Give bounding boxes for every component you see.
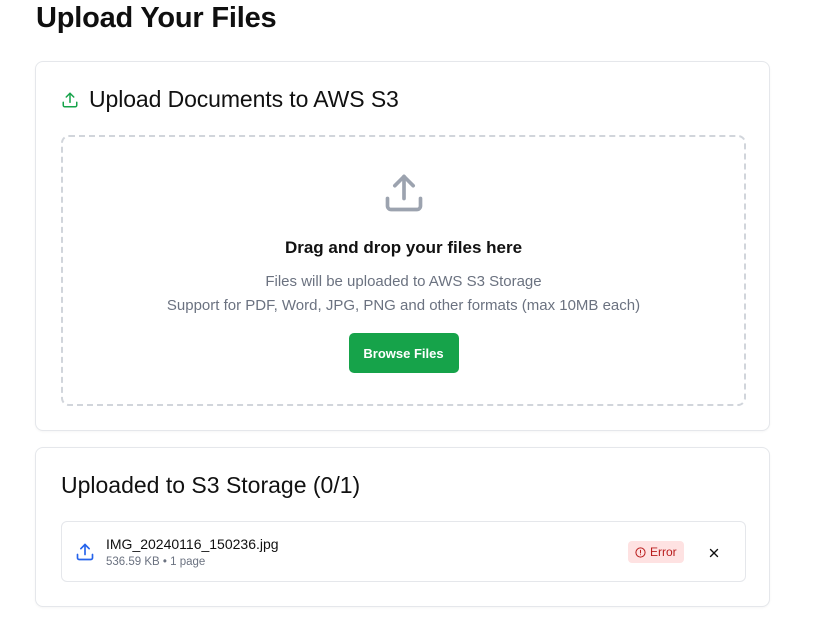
upload-icon bbox=[382, 171, 426, 220]
file-meta: 536.59 KB • 1 page bbox=[106, 556, 206, 568]
browse-files-button[interactable]: Browse Files bbox=[348, 333, 459, 373]
upload-card: Upload Documents to AWS S3 Drag and drop… bbox=[35, 61, 770, 431]
page-title: Upload Your Files bbox=[36, 2, 277, 34]
dropzone-title: Drag and drop your files here bbox=[284, 238, 523, 257]
dropzone-subtitle-formats: Support for PDF, Word, JPG, PNG and othe… bbox=[166, 297, 641, 314]
uploaded-files-card: Uploaded to S3 Storage (0/1) IMG_2024011… bbox=[35, 447, 770, 607]
close-icon bbox=[707, 546, 721, 560]
alert-circle-icon bbox=[635, 546, 646, 558]
upload-card-title: Upload Documents to AWS S3 bbox=[89, 86, 399, 112]
upload-icon bbox=[61, 91, 79, 109]
remove-file-button[interactable] bbox=[702, 541, 726, 565]
upload-card-header: Upload Documents to AWS S3 bbox=[61, 86, 399, 113]
upload-icon bbox=[75, 542, 95, 567]
file-dropzone[interactable]: Drag and drop your files here Files will… bbox=[61, 135, 746, 406]
file-name: IMG_20240116_150236.jpg bbox=[106, 536, 279, 552]
file-row: IMG_20240116_150236.jpg 536.59 KB • 1 pa… bbox=[61, 521, 746, 582]
status-text: Error bbox=[650, 545, 677, 559]
dropzone-subtitle-storage: Files will be uploaded to AWS S3 Storage bbox=[265, 273, 542, 290]
uploaded-files-title: Uploaded to S3 Storage (0/1) bbox=[61, 472, 361, 498]
page: Upload Your Files Upload Documents to AW… bbox=[0, 0, 830, 627]
status-badge: Error bbox=[628, 541, 684, 563]
